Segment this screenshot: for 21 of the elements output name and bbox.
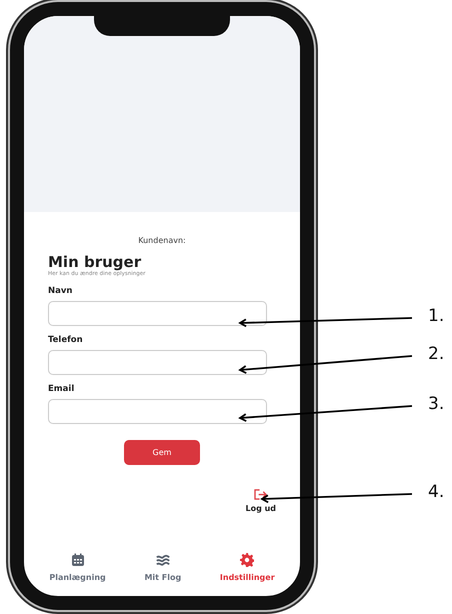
waves-icon[interactable] — [156, 553, 170, 567]
calendar-icon[interactable] — [70, 553, 85, 567]
tab-label[interactable]: Indstillinger — [220, 573, 275, 582]
annotation-number: 3. — [428, 394, 444, 414]
tab-label[interactable]: Mit Flog — [144, 573, 182, 582]
input-field[interactable] — [48, 399, 267, 424]
annotation-number: 4. — [428, 482, 444, 502]
annotation-number: 1. — [428, 306, 444, 326]
customer-name-label: Kundenavn: — [138, 236, 186, 245]
logout-icon[interactable] — [254, 489, 268, 500]
field-label: Navn — [48, 286, 74, 296]
annotation-number: 2. — [428, 344, 444, 364]
page-title: Min bruger — [48, 253, 142, 271]
input-field[interactable] — [48, 301, 267, 326]
logout-link[interactable]: Log ud — [245, 504, 276, 513]
field-label: Email — [48, 384, 76, 394]
input-field[interactable] — [48, 350, 267, 375]
save-button[interactable]: Gem — [124, 440, 200, 465]
settings-icon[interactable] — [240, 553, 254, 567]
field-label: Telefon — [48, 335, 84, 345]
tab-label[interactable]: Planlægning — [49, 573, 106, 582]
